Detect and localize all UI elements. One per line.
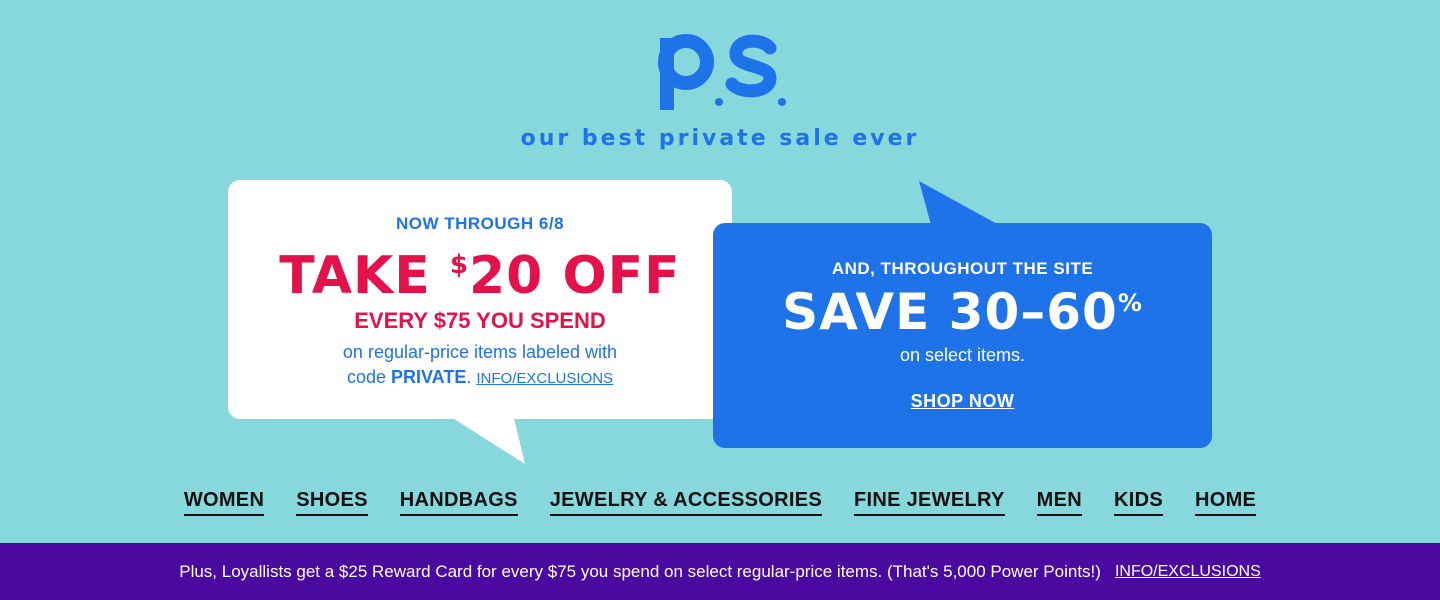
offer-right-headline-text: SAVE 30–60 xyxy=(782,283,1118,341)
loyallist-info-link[interactable]: INFO/EXCLUSIONS xyxy=(1115,563,1261,581)
nav-item-home[interactable]: HOME xyxy=(1194,489,1257,516)
ps-logo-mark xyxy=(658,34,786,110)
offer-right-headline: SAVE 30–60% xyxy=(713,287,1212,337)
offer-right-kicker: AND, THROUGHOUT THE SITE xyxy=(831,259,1094,278)
offer-left-body: on regular-price items labeled with code… xyxy=(268,340,692,391)
nav-item-jewelry-accessories[interactable]: JEWELRY & ACCESSORIES xyxy=(549,489,822,516)
shop-now-wrapper: SHOP NOW xyxy=(713,391,1212,412)
offer-right-bubble: AND, THROUGHOUT THE SITE SAVE 30–60% on … xyxy=(713,223,1212,448)
loyallist-banner: Plus, Loyallists get a $25 Reward Card f… xyxy=(0,543,1440,600)
offer-left-headline-prefix: TAKE xyxy=(279,246,450,306)
offer-left-kicker: NOW THROUGH 6/8 xyxy=(395,214,565,233)
blue-bubble-tail xyxy=(919,181,999,225)
nav-item-handbags[interactable]: HANDBAGS xyxy=(399,489,518,516)
offer-left-currency: $ xyxy=(449,250,469,280)
tagline: our best private sale ever xyxy=(520,126,920,151)
nav-item-shoes[interactable]: SHOES xyxy=(296,489,368,516)
offer-left-body-line1: on regular-price items labeled with xyxy=(342,342,618,362)
offer-left-code-suffix: . xyxy=(466,367,472,387)
nav-item-men[interactable]: MEN xyxy=(1036,489,1082,516)
offer-left-bubble: NOW THROUGH 6/8 TAKE $20 OFF EVERY $75 Y… xyxy=(228,180,732,419)
ps-logo xyxy=(0,18,1440,123)
offer-right-body: on select items. xyxy=(899,345,1026,365)
offer-left-code: PRIVATE xyxy=(390,367,467,387)
shop-now-link[interactable]: SHOP NOW xyxy=(911,391,1015,411)
category-nav: WOMEN SHOES HANDBAGS JEWELRY & ACCESSORI… xyxy=(0,489,1440,516)
nav-item-women[interactable]: WOMEN xyxy=(183,489,265,516)
loyallist-banner-text: Plus, Loyallists get a $25 Reward Card f… xyxy=(179,561,1101,581)
offer-left-code-prefix: code xyxy=(346,367,391,387)
nav-item-fine-jewelry[interactable]: FINE JEWELRY xyxy=(853,489,1005,516)
offer-left-subhead: EVERY $75 YOU SPEND xyxy=(354,308,606,333)
offer-left-headline: TAKE $20 OFF xyxy=(228,250,732,302)
offer-left-info-link[interactable]: INFO/EXCLUSIONS xyxy=(476,370,613,387)
nav-item-kids[interactable]: KIDS xyxy=(1113,489,1163,516)
offer-left-amount: 20 OFF xyxy=(468,246,681,306)
offer-right-percent: % xyxy=(1117,289,1143,317)
